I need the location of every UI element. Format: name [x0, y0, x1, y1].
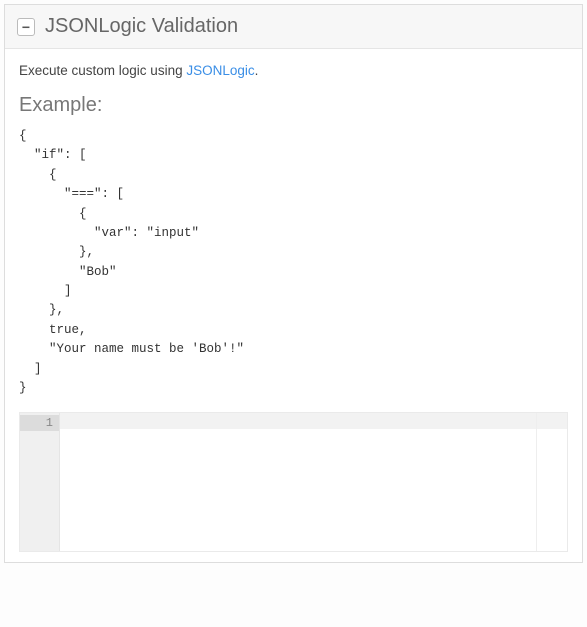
jsonlogic-validation-panel: − JSONLogic Validation Execute custom lo… [4, 4, 583, 563]
editor-body[interactable] [60, 413, 567, 551]
editor-margin-line [536, 413, 537, 551]
panel-title: JSONLogic Validation [45, 15, 238, 38]
minus-icon: − [22, 20, 30, 34]
jsonlogic-link[interactable]: JSONLogic [186, 63, 254, 78]
panel-body: Execute custom logic using JSONLogic. Ex… [5, 49, 582, 562]
editor-line[interactable] [60, 413, 567, 429]
code-editor[interactable]: 1 [19, 412, 568, 552]
description-suffix: . [255, 63, 259, 78]
editor-active-line-right [537, 413, 567, 429]
description-text: Execute custom logic using JSONLogic. [19, 63, 568, 78]
example-heading: Example: [19, 94, 568, 117]
collapse-button[interactable]: − [17, 18, 35, 36]
editor-gutter: 1 [20, 413, 60, 551]
panel-header: − JSONLogic Validation [5, 5, 582, 49]
gutter-line-number: 1 [20, 415, 59, 431]
description-prefix: Execute custom logic using [19, 63, 186, 78]
example-code: { "if": [ { "===": [ { "var": "input" },… [19, 127, 568, 398]
